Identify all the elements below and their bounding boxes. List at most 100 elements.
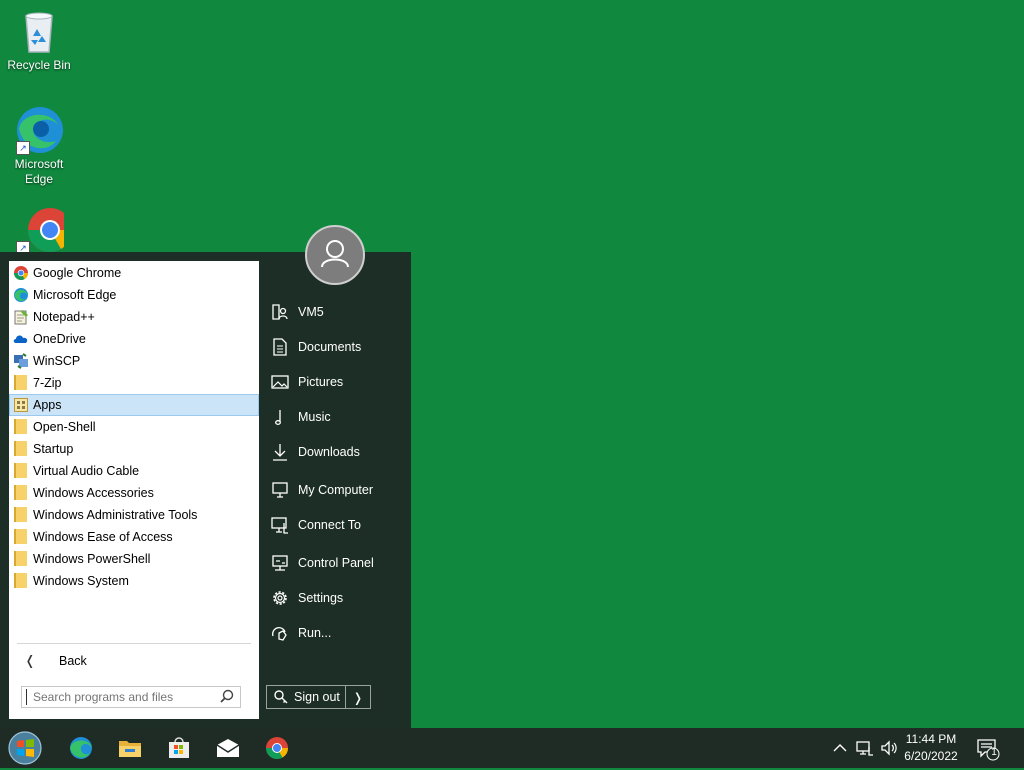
picture-icon bbox=[270, 372, 290, 392]
program-item-onedrive[interactable]: OneDrive bbox=[9, 328, 259, 350]
folder-icon bbox=[13, 551, 29, 567]
program-item-microsoft-edge[interactable]: Microsoft Edge bbox=[9, 284, 259, 306]
side-item-downloads[interactable]: Downloads bbox=[270, 441, 360, 463]
program-item-notepad-plus-plus[interactable]: Notepad++ bbox=[9, 306, 259, 328]
clock[interactable]: 11:44 PM 6/20/2022 bbox=[896, 731, 966, 765]
program-item-windows-accessories[interactable]: Windows Accessories bbox=[9, 482, 259, 504]
program-item-google-chrome[interactable]: Google Chrome bbox=[9, 262, 259, 284]
side-item-label: Settings bbox=[298, 591, 344, 605]
program-item-winscp[interactable]: WinSCP bbox=[9, 350, 259, 372]
side-item-control-panel[interactable]: Control Panel bbox=[270, 552, 374, 574]
program-item-windows-system[interactable]: Windows System bbox=[9, 570, 259, 592]
search-icon[interactable] bbox=[218, 688, 236, 706]
run-icon bbox=[270, 623, 290, 643]
desktop-icon-label: Recycle Bin bbox=[7, 58, 71, 72]
side-item-connect-to[interactable]: Connect To bbox=[270, 514, 361, 536]
program-label: 7-Zip bbox=[33, 376, 62, 390]
network-icon bbox=[270, 515, 290, 535]
taskbar-chrome-button[interactable] bbox=[264, 736, 290, 760]
side-item-label: Control Panel bbox=[298, 556, 374, 570]
chevron-left-icon: ❬ bbox=[24, 653, 36, 668]
sign-out-button[interactable]: Sign out bbox=[267, 686, 346, 708]
side-item-label: Music bbox=[298, 410, 331, 424]
program-label: Apps bbox=[33, 398, 62, 412]
folder-icon bbox=[13, 573, 29, 589]
start-orb-icon bbox=[8, 731, 42, 765]
taskbar-edge-button[interactable] bbox=[68, 736, 94, 760]
taskbar-mail-button[interactable] bbox=[215, 736, 241, 760]
start-menu: Google Chrome Microsoft Edge Notepad++ O… bbox=[0, 225, 411, 728]
store-icon bbox=[169, 737, 189, 758]
side-item-label: VM5 bbox=[298, 305, 324, 319]
user-avatar[interactable] bbox=[305, 225, 365, 285]
program-label: Open-Shell bbox=[33, 420, 96, 434]
program-label: Startup bbox=[33, 442, 74, 456]
desktop-icon-label: Microsoft Edge bbox=[14, 157, 64, 186]
program-label: Windows System bbox=[33, 574, 129, 588]
user-folder-icon bbox=[270, 302, 290, 322]
action-center-button[interactable]: 1 bbox=[976, 737, 1000, 761]
shortcut-arrow-icon: ↗ bbox=[16, 141, 30, 155]
program-item-windows-administrative-tools[interactable]: Windows Administrative Tools bbox=[9, 504, 259, 526]
clock-date: 6/20/2022 bbox=[904, 749, 958, 763]
side-item-pictures[interactable]: Pictures bbox=[270, 371, 343, 393]
program-item-windows-ease-of-access[interactable]: Windows Ease of Access bbox=[9, 526, 259, 548]
edge-icon bbox=[70, 737, 92, 759]
side-item-my-computer[interactable]: My Computer bbox=[270, 479, 373, 501]
side-item-vm5[interactable]: VM5 bbox=[270, 301, 324, 323]
folder-icon bbox=[13, 375, 29, 391]
chrome-icon bbox=[13, 265, 29, 281]
search-box[interactable] bbox=[21, 686, 241, 708]
program-item-7-zip[interactable]: 7-Zip bbox=[9, 372, 259, 394]
taskbar-file-explorer-button[interactable] bbox=[117, 736, 143, 760]
back-label: Back bbox=[59, 654, 87, 668]
folder-icon bbox=[13, 507, 29, 523]
notification-count-badge: 1 bbox=[991, 747, 997, 758]
program-item-virtual-audio-cable[interactable]: Virtual Audio Cable bbox=[9, 460, 259, 482]
program-label: Google Chrome bbox=[33, 266, 122, 280]
side-item-music[interactable]: Music bbox=[270, 406, 331, 428]
chrome-icon: ↗ bbox=[14, 205, 72, 255]
folder-icon bbox=[13, 441, 29, 457]
side-item-label: Run... bbox=[298, 626, 332, 640]
cloud-icon bbox=[13, 331, 29, 347]
side-item-run[interactable]: Run... bbox=[270, 622, 331, 644]
divider bbox=[17, 643, 251, 644]
search-input[interactable] bbox=[26, 689, 218, 705]
chevron-right-icon: ❭ bbox=[352, 690, 364, 705]
sign-out-control: Sign out ❭ bbox=[266, 685, 371, 709]
network-status-button[interactable] bbox=[855, 738, 875, 758]
apps-icon bbox=[13, 397, 29, 413]
gear-icon bbox=[270, 588, 290, 608]
start-button[interactable] bbox=[6, 731, 44, 765]
desktop-icon-microsoft-edge[interactable]: ↗ Microsoft Edge bbox=[3, 105, 75, 187]
mail-icon bbox=[216, 739, 240, 757]
recycle-bin-icon bbox=[14, 6, 64, 56]
chevron-up-icon bbox=[833, 744, 847, 752]
side-item-documents[interactable]: Documents bbox=[270, 336, 361, 358]
side-item-settings[interactable]: Settings bbox=[270, 587, 343, 609]
shutdown-options-button[interactable]: ❭ bbox=[346, 690, 370, 705]
key-icon bbox=[274, 690, 288, 704]
program-item-windows-powershell[interactable]: Windows PowerShell bbox=[9, 548, 259, 570]
programs-panel: Google Chrome Microsoft Edge Notepad++ O… bbox=[9, 261, 259, 719]
desktop-icon-google-chrome[interactable]: ↗ bbox=[3, 205, 75, 257]
taskbar-store-button[interactable] bbox=[166, 736, 192, 760]
edge-icon bbox=[13, 287, 29, 303]
clock-time: 11:44 PM bbox=[905, 732, 957, 746]
winscp-icon bbox=[13, 353, 29, 369]
file-explorer-icon bbox=[119, 741, 141, 757]
program-label: Windows PowerShell bbox=[33, 552, 151, 566]
program-label: Virtual Audio Cable bbox=[33, 464, 140, 478]
side-item-label: Connect To bbox=[298, 518, 362, 532]
program-item-startup[interactable]: Startup bbox=[9, 438, 259, 460]
edge-icon: ↗ bbox=[14, 105, 64, 155]
back-button[interactable]: ❬ Back bbox=[17, 650, 87, 672]
program-item-open-shell[interactable]: Open-Shell bbox=[9, 416, 259, 438]
chrome-icon bbox=[266, 737, 288, 759]
show-hidden-icons-button[interactable] bbox=[830, 738, 850, 758]
program-item-apps[interactable]: Apps bbox=[9, 394, 259, 416]
notepad-icon bbox=[13, 309, 29, 325]
program-list: Google Chrome Microsoft Edge Notepad++ O… bbox=[9, 262, 259, 592]
desktop-icon-recycle-bin[interactable]: Recycle Bin bbox=[3, 6, 75, 73]
